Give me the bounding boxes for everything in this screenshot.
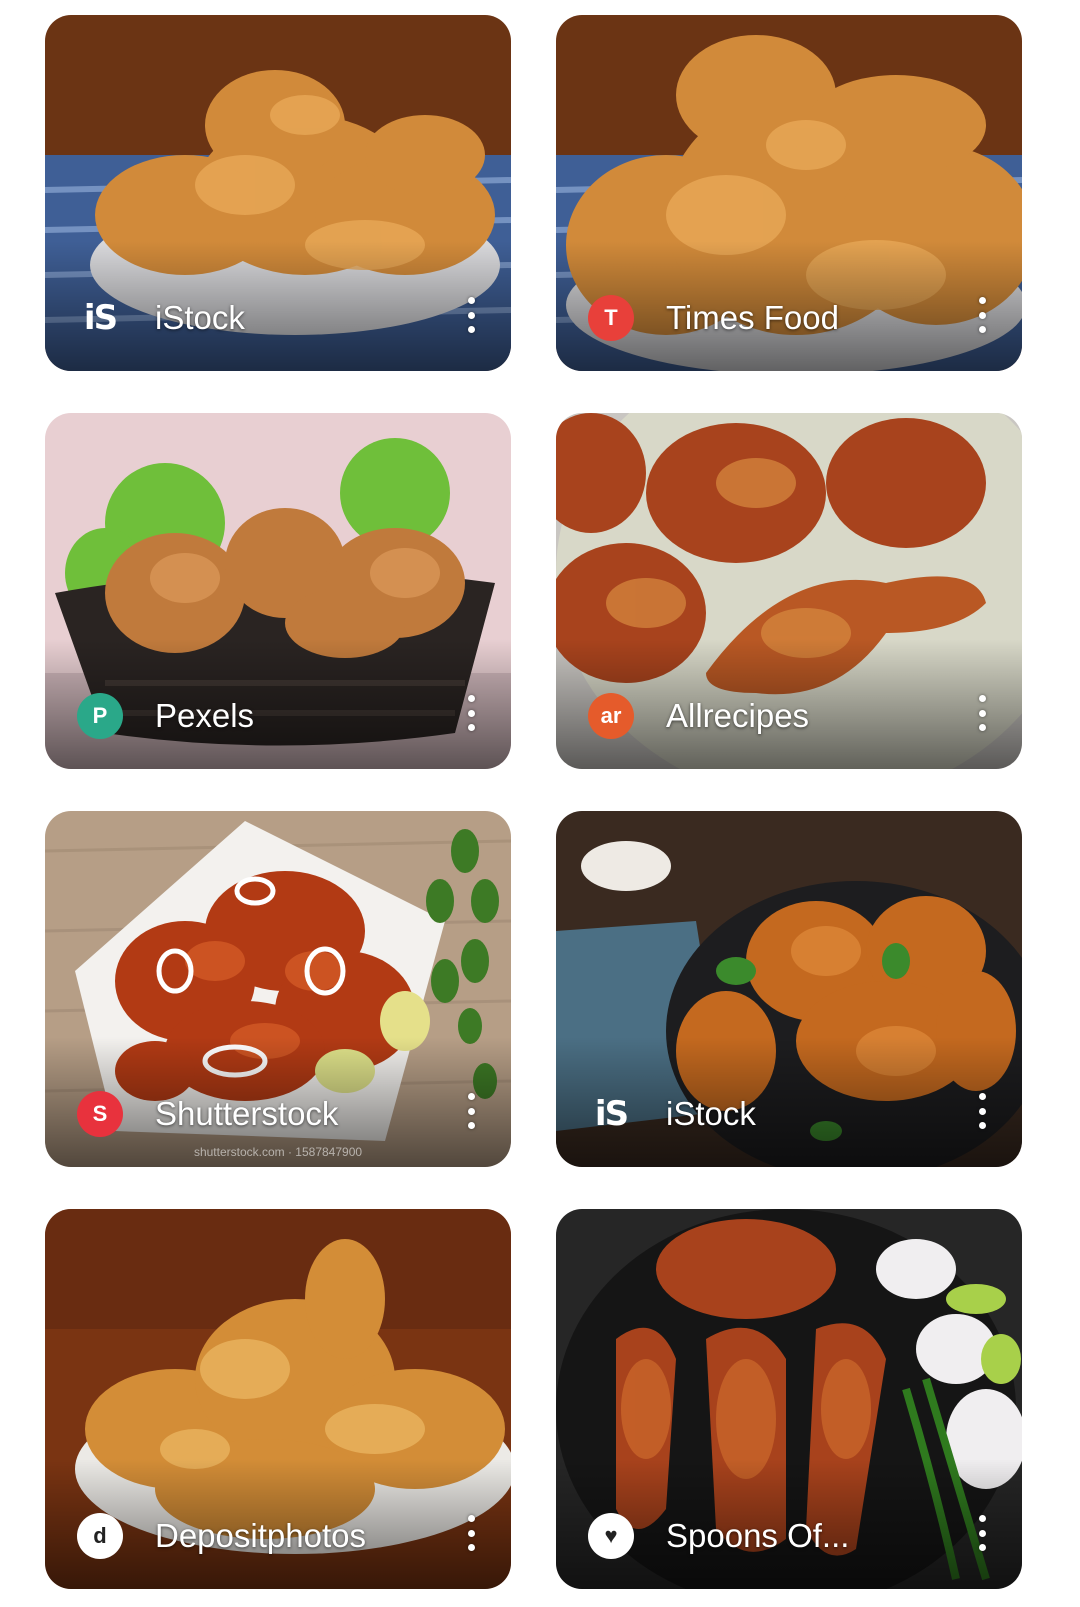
source-name: iStock [155,299,245,336]
spoons-of-logo-icon: ♥ [588,1513,634,1559]
image-result-card[interactable]: d Depositphotos [45,1209,511,1589]
source-name: iStock [666,1095,756,1132]
source-attribution: ar Allrecipes [588,693,809,739]
image-result-card[interactable]: T Times Food [556,15,1022,371]
pexels-logo-icon: P [77,693,123,739]
source-attribution: d Depositphotos [77,1513,366,1559]
image-result-card[interactable]: iS iStock [556,811,1022,1167]
source-attribution: P Pexels [77,693,254,739]
allrecipes-logo-icon: ar [588,693,634,739]
source-name: Allrecipes [666,697,810,734]
more-options-icon[interactable] [457,1515,485,1551]
depositphotos-logo-icon: d [77,1513,123,1559]
watermark-text: shutterstock.com · 1587847900 [193,1145,363,1159]
more-options-icon[interactable] [968,297,996,333]
more-options-icon[interactable] [968,1093,996,1129]
source-name: Depositphotos [155,1517,366,1554]
image-results-grid: iS iStock T Times Food P Pexels ar Allre… [0,0,1080,1607]
shutterstock-logo-icon: S [77,1091,123,1137]
image-result-card[interactable]: ♥ Spoons Of... [556,1209,1022,1589]
more-options-icon[interactable] [457,1093,485,1129]
istock-logo-icon: iS [594,1094,629,1134]
source-name: Shutterstock [155,1095,339,1132]
more-options-icon[interactable] [457,695,485,731]
more-options-icon[interactable] [457,297,485,333]
source-attribution: iS iStock [77,295,245,341]
source-name: Spoons Of... [666,1517,850,1554]
source-name: Pexels [155,697,255,734]
image-result-card[interactable]: iS iStock [45,15,511,371]
more-options-icon[interactable] [968,1515,996,1551]
source-name: Times Food [666,299,839,336]
image-result-card[interactable]: ar Allrecipes [556,413,1022,769]
image-result-card[interactable]: S Shutterstock shutterstock.com · 158784… [45,811,511,1167]
image-result-card[interactable]: P Pexels [45,413,511,769]
source-attribution: ♥ Spoons Of... [588,1513,849,1559]
istock-logo-icon: iS [83,298,118,338]
source-attribution: iS iStock [588,1091,756,1137]
more-options-icon[interactable] [968,695,996,731]
source-attribution: S Shutterstock [77,1091,338,1137]
source-attribution: T Times Food [588,295,839,341]
times-food-logo-icon: T [588,295,634,341]
